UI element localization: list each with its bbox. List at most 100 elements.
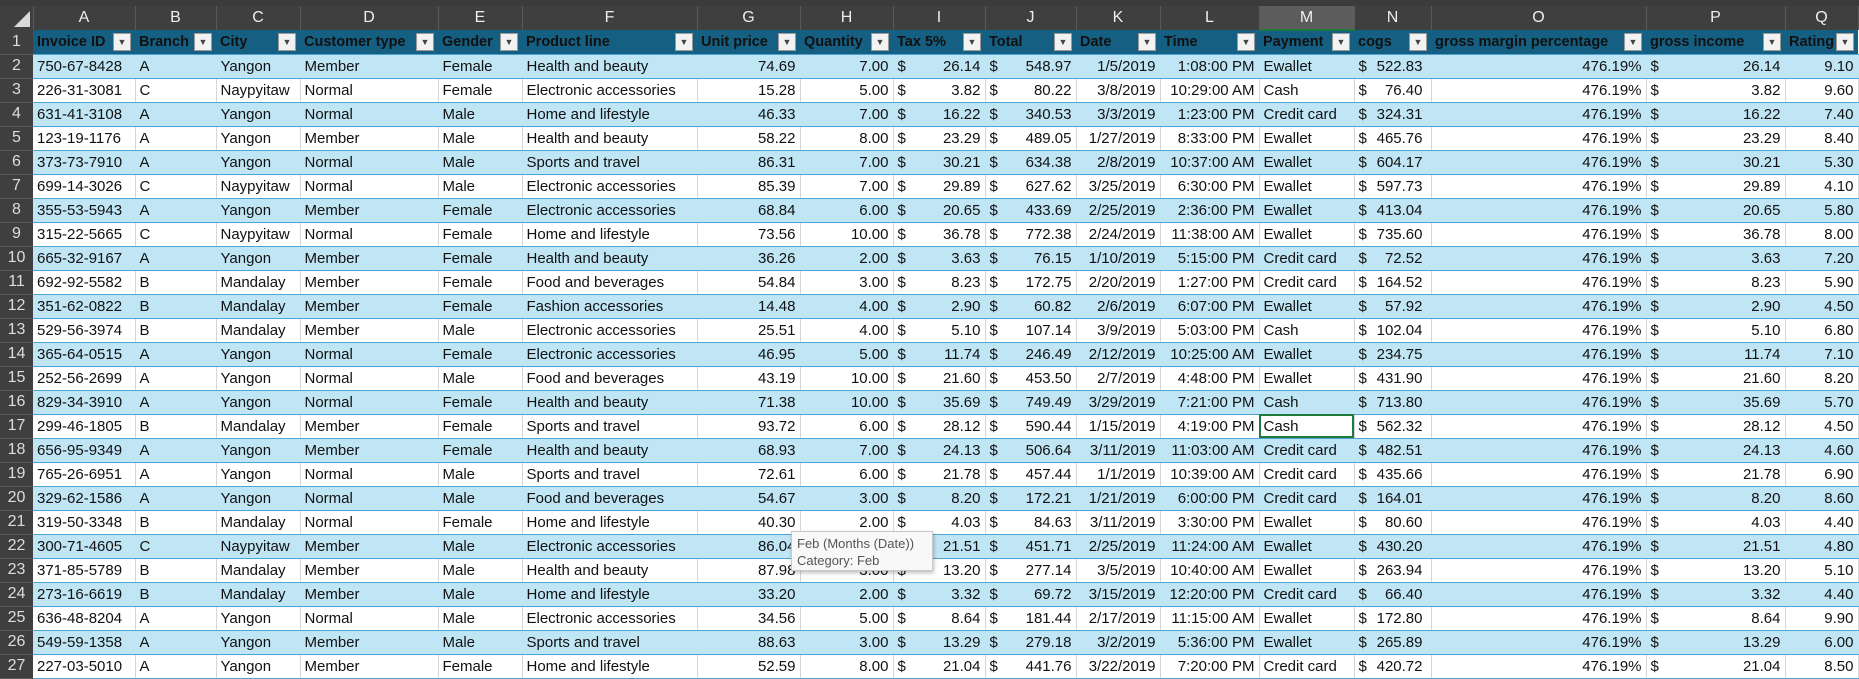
- cell-G26[interactable]: 88.63: [697, 630, 801, 655]
- cell-P10[interactable]: $3.63: [1646, 246, 1786, 271]
- cell-M15[interactable]: Ewallet: [1259, 366, 1355, 391]
- cell-I6[interactable]: $30.21: [893, 150, 986, 175]
- column-header-H[interactable]: H: [800, 6, 894, 30]
- cell-J16[interactable]: $749.49: [985, 390, 1077, 415]
- cell-C12[interactable]: Mandalay: [216, 294, 301, 319]
- row-header[interactable]: 24: [0, 582, 33, 607]
- cell-I18[interactable]: $24.13: [893, 438, 986, 463]
- cell-P26[interactable]: $13.29: [1646, 630, 1786, 655]
- cell-K4[interactable]: 3/3/2019: [1076, 102, 1161, 127]
- cell-B24[interactable]: B: [135, 582, 217, 607]
- cell-D6[interactable]: Normal: [300, 150, 439, 175]
- cell-D14[interactable]: Normal: [300, 342, 439, 367]
- cell-L6[interactable]: 10:37:00 AM: [1160, 150, 1260, 175]
- cell-H12[interactable]: 4.00: [800, 294, 894, 319]
- cell-N22[interactable]: $430.20: [1354, 534, 1432, 559]
- cell-Q2[interactable]: 9.10: [1785, 54, 1859, 79]
- cell-B25[interactable]: A: [135, 606, 217, 631]
- cell-H4[interactable]: 7.00: [800, 102, 894, 127]
- cell-A11[interactable]: 692-92-5582: [33, 270, 136, 295]
- cell-B6[interactable]: A: [135, 150, 217, 175]
- cell-E26[interactable]: Male: [438, 630, 523, 655]
- cell-O4[interactable]: 476.19%: [1431, 102, 1647, 127]
- cell-A12[interactable]: 351-62-0822: [33, 294, 136, 319]
- cell-A18[interactable]: 656-95-9349: [33, 438, 136, 463]
- row-header[interactable]: 7: [0, 174, 33, 199]
- cell-B12[interactable]: B: [135, 294, 217, 319]
- cell-K25[interactable]: 2/17/2019: [1076, 606, 1161, 631]
- filter-dropdown-icon[interactable]: ▼: [1409, 32, 1427, 51]
- cell-P25[interactable]: $8.64: [1646, 606, 1786, 631]
- cell-P19[interactable]: $21.78: [1646, 462, 1786, 487]
- cell-D25[interactable]: Normal: [300, 606, 439, 631]
- cell-C17[interactable]: Mandalay: [216, 414, 301, 439]
- cell-N10[interactable]: $72.52: [1354, 246, 1432, 271]
- cell-M18[interactable]: Credit card: [1259, 438, 1355, 463]
- cell-N19[interactable]: $435.66: [1354, 462, 1432, 487]
- cell-G4[interactable]: 46.33: [697, 102, 801, 127]
- column-header-E[interactable]: E: [438, 6, 523, 30]
- cell-H17[interactable]: 6.00: [800, 414, 894, 439]
- cell-Q6[interactable]: 5.30: [1785, 150, 1859, 175]
- cell-B17[interactable]: B: [135, 414, 217, 439]
- cell-G13[interactable]: 25.51: [697, 318, 801, 343]
- cell-O22[interactable]: 476.19%: [1431, 534, 1647, 559]
- cell-L21[interactable]: 3:30:00 PM: [1160, 510, 1260, 535]
- cell-H19[interactable]: 6.00: [800, 462, 894, 487]
- cell-K6[interactable]: 2/8/2019: [1076, 150, 1161, 175]
- cell-D18[interactable]: Member: [300, 438, 439, 463]
- cell-K3[interactable]: 3/8/2019: [1076, 78, 1161, 103]
- cell-H24[interactable]: 2.00: [800, 582, 894, 607]
- cell-N11[interactable]: $164.52: [1354, 270, 1432, 295]
- cell-C4[interactable]: Yangon: [216, 102, 301, 127]
- cell-A6[interactable]: 373-73-7910: [33, 150, 136, 175]
- cell-L23[interactable]: 10:40:00 AM: [1160, 558, 1260, 583]
- cell-O11[interactable]: 476.19%: [1431, 270, 1647, 295]
- cell-F8[interactable]: Electronic accessories: [522, 198, 698, 223]
- cell-Q15[interactable]: 8.20: [1785, 366, 1859, 391]
- cell-N2[interactable]: $522.83: [1354, 54, 1432, 79]
- cell-P15[interactable]: $21.60: [1646, 366, 1786, 391]
- cell-J12[interactable]: $60.82: [985, 294, 1077, 319]
- cell-D24[interactable]: Member: [300, 582, 439, 607]
- filter-dropdown-icon[interactable]: ▼: [1763, 32, 1781, 51]
- cell-L4[interactable]: 1:23:00 PM: [1160, 102, 1260, 127]
- cell-B19[interactable]: A: [135, 462, 217, 487]
- cell-M25[interactable]: Ewallet: [1259, 606, 1355, 631]
- cell-G3[interactable]: 15.28: [697, 78, 801, 103]
- column-header-L[interactable]: L: [1160, 6, 1260, 30]
- cell-Q4[interactable]: 7.40: [1785, 102, 1859, 127]
- row-header[interactable]: 19: [0, 462, 33, 487]
- cell-N17[interactable]: $562.32: [1354, 414, 1432, 439]
- cell-G19[interactable]: 72.61: [697, 462, 801, 487]
- cell-F10[interactable]: Health and beauty: [522, 246, 698, 271]
- cell-F2[interactable]: Health and beauty: [522, 54, 698, 79]
- cell-E4[interactable]: Male: [438, 102, 523, 127]
- cell-F24[interactable]: Home and lifestyle: [522, 582, 698, 607]
- cell-E17[interactable]: Female: [438, 414, 523, 439]
- cell-P2[interactable]: $26.14: [1646, 54, 1786, 79]
- cell-D22[interactable]: Member: [300, 534, 439, 559]
- cell-C16[interactable]: Yangon: [216, 390, 301, 415]
- cell-O12[interactable]: 476.19%: [1431, 294, 1647, 319]
- cell-A24[interactable]: 273-16-6619: [33, 582, 136, 607]
- cell-P6[interactable]: $30.21: [1646, 150, 1786, 175]
- cell-D3[interactable]: Normal: [300, 78, 439, 103]
- cell-A8[interactable]: 355-53-5943: [33, 198, 136, 223]
- cell-C8[interactable]: Yangon: [216, 198, 301, 223]
- cell-E13[interactable]: Male: [438, 318, 523, 343]
- cell-C6[interactable]: Yangon: [216, 150, 301, 175]
- row-header[interactable]: 15: [0, 366, 33, 391]
- cell-A14[interactable]: 365-64-0515: [33, 342, 136, 367]
- cell-J22[interactable]: $451.71: [985, 534, 1077, 559]
- cell-G21[interactable]: 40.30: [697, 510, 801, 535]
- cell-N21[interactable]: $80.60: [1354, 510, 1432, 535]
- cell-C21[interactable]: Mandalay: [216, 510, 301, 535]
- cell-D13[interactable]: Member: [300, 318, 439, 343]
- cell-E14[interactable]: Female: [438, 342, 523, 367]
- cell-D16[interactable]: Normal: [300, 390, 439, 415]
- cell-J14[interactable]: $246.49: [985, 342, 1077, 367]
- cell-E22[interactable]: Male: [438, 534, 523, 559]
- cell-K9[interactable]: 2/24/2019: [1076, 222, 1161, 247]
- cell-F18[interactable]: Health and beauty: [522, 438, 698, 463]
